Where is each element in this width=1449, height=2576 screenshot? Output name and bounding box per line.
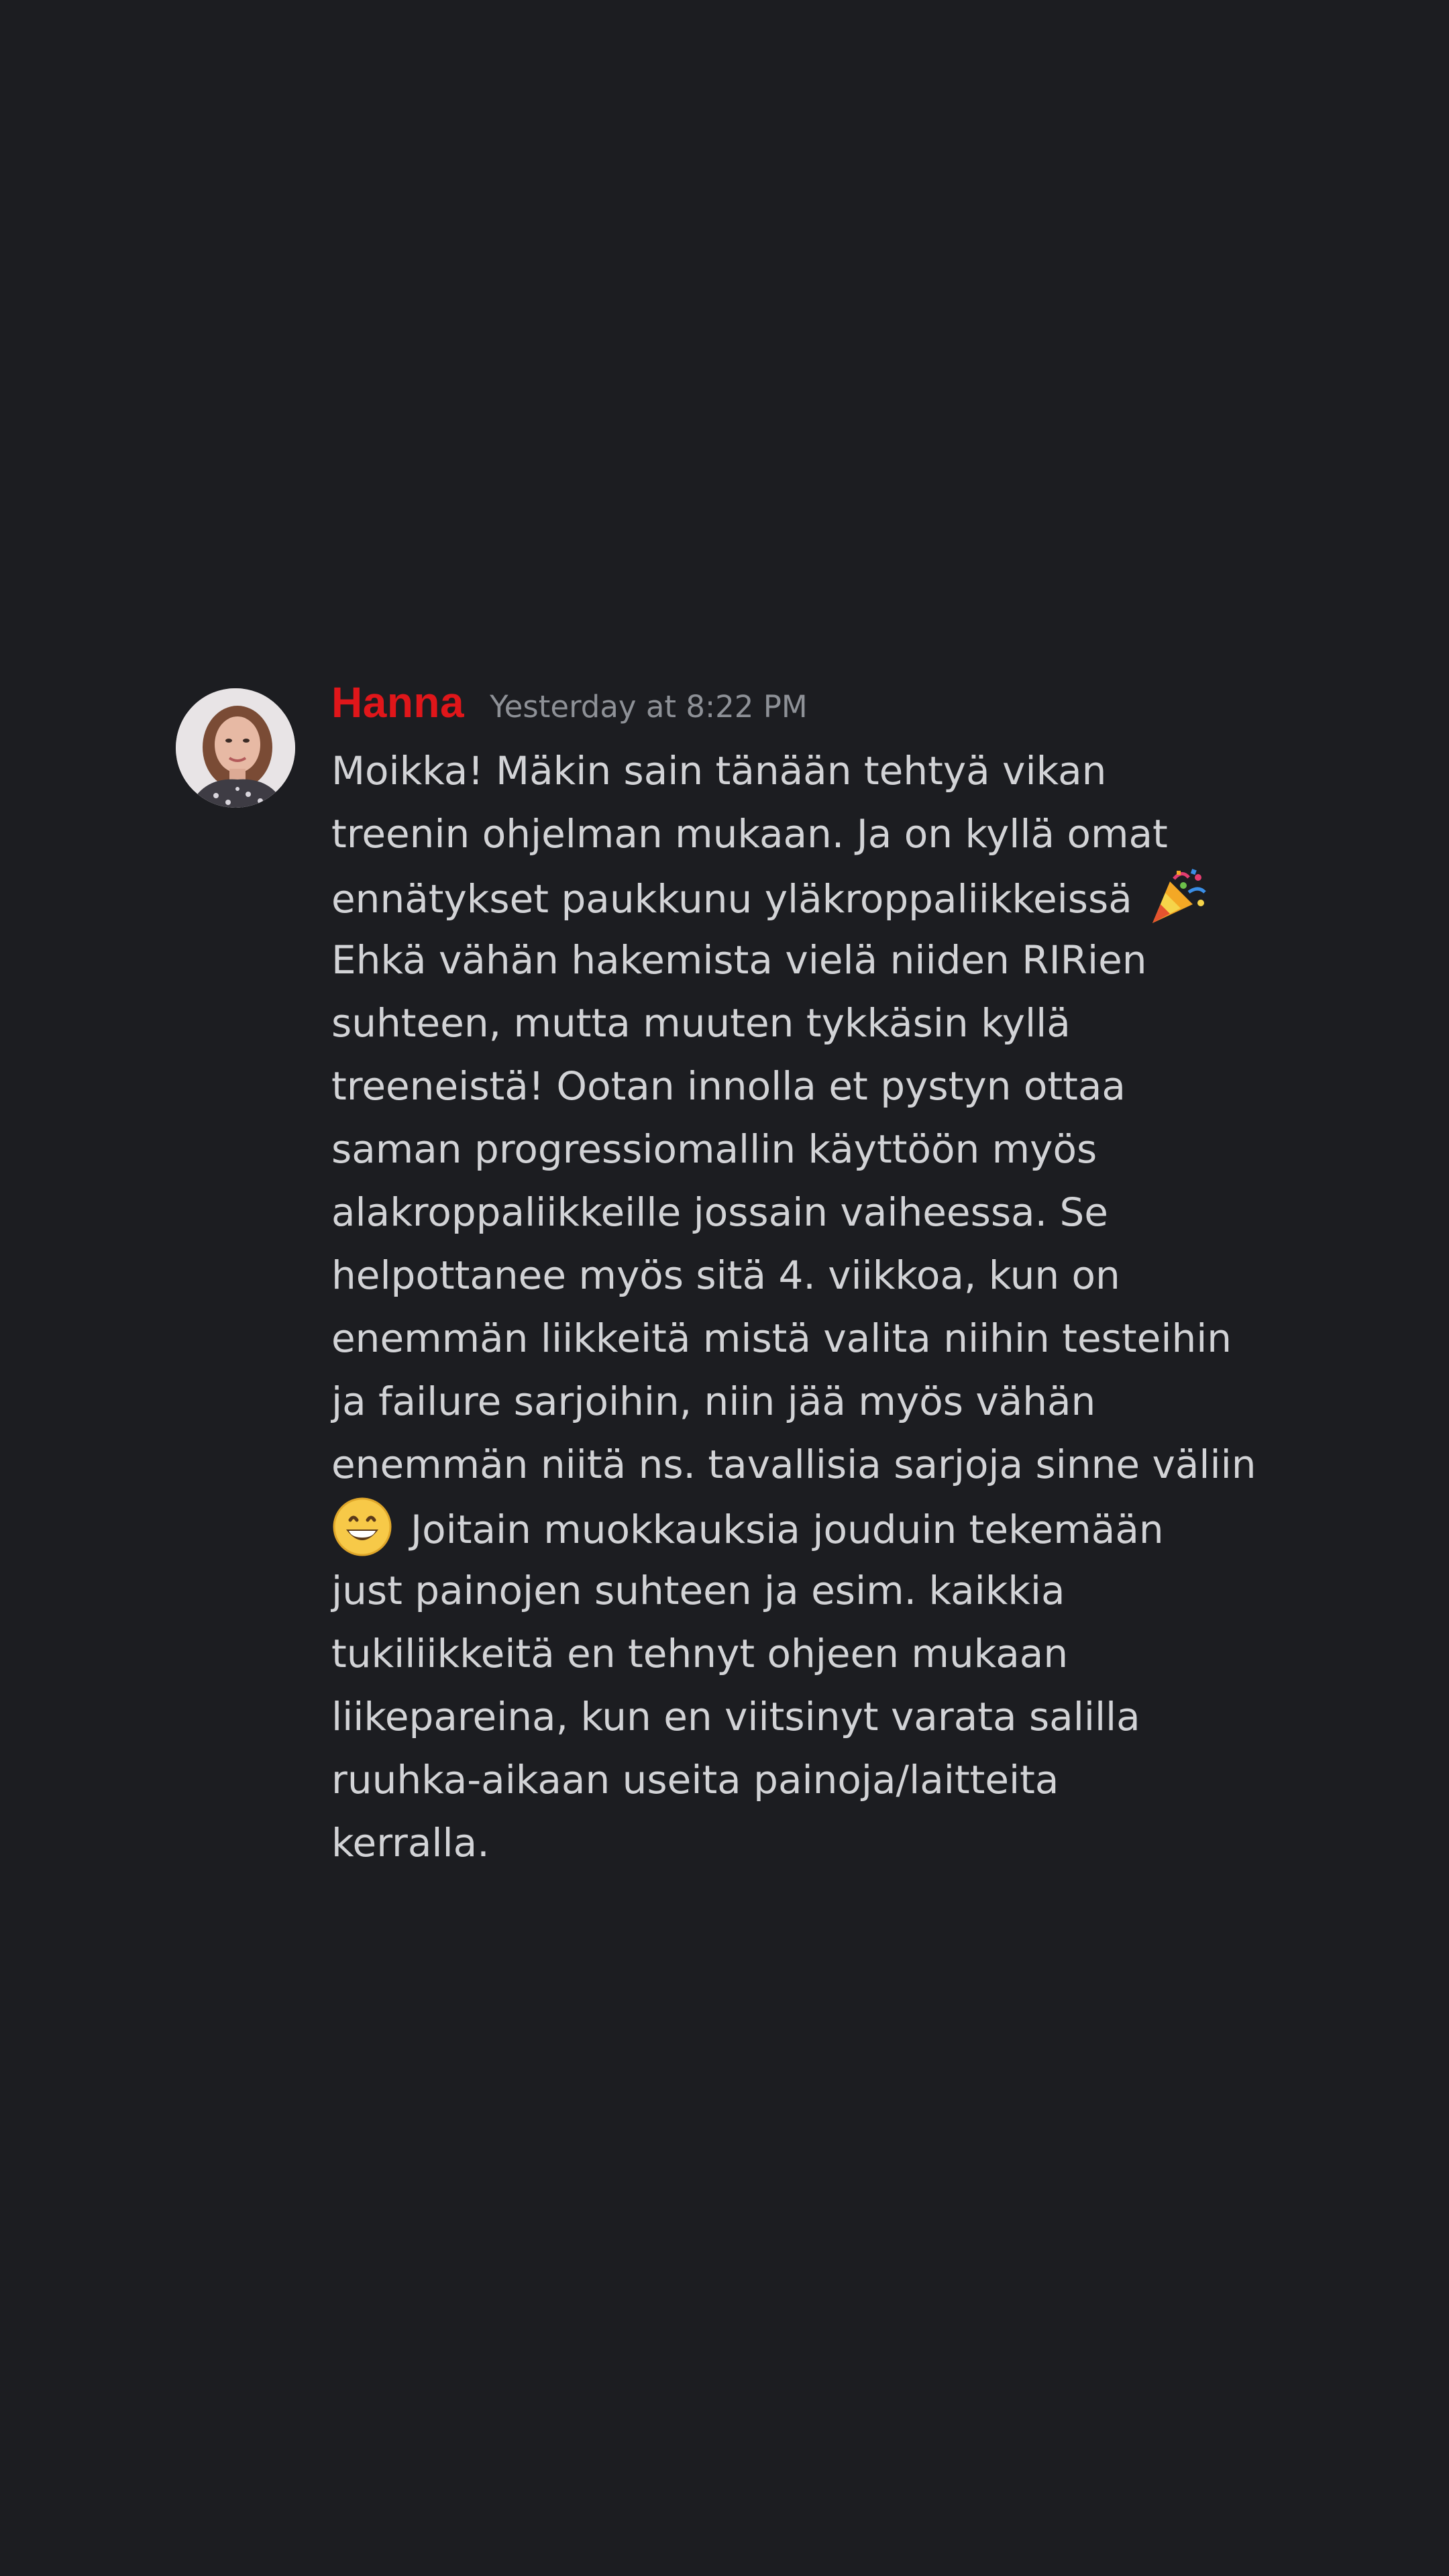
message-line: suhteen, mutta muuten tykkäsin kyllä bbox=[331, 991, 1311, 1055]
message-line-text: Joitain muokkauksia jouduin tekemään bbox=[411, 1507, 1164, 1552]
message-line-text: Moikka! Mäkin sain tänään tehtyä vikan bbox=[331, 748, 1107, 794]
grinning-face-icon bbox=[331, 1496, 393, 1558]
message-line: alakroppaliikkeille jossain vaiheessa. S… bbox=[331, 1181, 1311, 1244]
message-line-text: liikepareina, kun en viitsinyt varata sa… bbox=[331, 1694, 1140, 1739]
message-line-text: suhteen, mutta muuten tykkäsin kyllä bbox=[331, 1000, 1071, 1046]
message-line-text: treenin ohjelman mukaan. Ja on kyllä oma… bbox=[331, 811, 1168, 857]
message-line-text: helpottanee myös sitä 4. viikkoa, kun on bbox=[331, 1252, 1120, 1298]
message-line-text: ja failure sarjoihin, niin jää myös vähä… bbox=[331, 1379, 1096, 1424]
message-line-text: alakroppaliikkeille jossain vaiheessa. S… bbox=[331, 1189, 1108, 1235]
message-line-text: just painojen suhteen ja esim. kaikkia bbox=[331, 1568, 1065, 1613]
message-body: Moikka! Mäkin sain tänään tehtyä vikan t… bbox=[331, 739, 1311, 1874]
message-header: Hanna Yesterday at 8:22 PM bbox=[331, 678, 1311, 745]
message-line: helpottanee myös sitä 4. viikkoa, kun on bbox=[331, 1244, 1311, 1307]
message-line: enemmän liikkeitä mistä valita niihin te… bbox=[331, 1307, 1311, 1370]
message-line-text: ennätykset paukkunu yläkroppaliikkeissä bbox=[331, 876, 1132, 922]
message-line: tukiliikkeitä en tehnyt ohjeen mukaan bbox=[331, 1622, 1311, 1685]
message-line-text: Ehkä vähän hakemista vielä niiden RIRien bbox=[331, 937, 1147, 983]
message-line: ruuhka-aikaan useita painoja/laitteita bbox=[331, 1748, 1311, 1811]
message-line: ennätykset paukkunu yläkroppaliikkeissä bbox=[331, 865, 1311, 928]
message-line-text: tukiliikkeitä en tehnyt ohjeen mukaan bbox=[331, 1631, 1069, 1676]
message-line-text: saman progressiomallin käyttöön myös bbox=[331, 1126, 1097, 1172]
message-line-text: ruuhka-aikaan useita painoja/laitteita bbox=[331, 1757, 1059, 1803]
message-line-text: enemmän niitä ns. tavallisia sarjoja sin… bbox=[331, 1442, 1256, 1487]
message-line: ja failure sarjoihin, niin jää myös vähä… bbox=[331, 1370, 1311, 1433]
message-line: Joitain muokkauksia jouduin tekemään bbox=[331, 1496, 1311, 1559]
message-line-text: kerralla. bbox=[331, 1820, 490, 1866]
avatar-photo bbox=[176, 688, 295, 808]
message-content: Hanna Yesterday at 8:22 PM Moikka! Mäkin… bbox=[331, 678, 1311, 1874]
message-line-text: enemmän liikkeitä mistä valita niihin te… bbox=[331, 1316, 1232, 1361]
message-line: treenin ohjelman mukaan. Ja on kyllä oma… bbox=[331, 802, 1311, 865]
chat-screen: { "message": { "author": "Hanna", "times… bbox=[0, 0, 1449, 2576]
message-line: saman progressiomallin käyttöön myös bbox=[331, 1118, 1311, 1181]
avatar[interactable] bbox=[176, 688, 295, 808]
message-timestamp[interactable]: Yesterday at 8:22 PM bbox=[490, 689, 808, 724]
message-line: Moikka! Mäkin sain tänään tehtyä vikan bbox=[331, 739, 1311, 802]
message-line: liikepareina, kun en viitsinyt varata sa… bbox=[331, 1685, 1311, 1748]
message-line-text: treeneistä! Ootan innolla et pystyn otta… bbox=[331, 1063, 1126, 1109]
message-line: enemmän niitä ns. tavallisia sarjoja sin… bbox=[331, 1433, 1311, 1496]
message-line: treeneistä! Ootan innolla et pystyn otta… bbox=[331, 1055, 1311, 1118]
message-line: just painojen suhteen ja esim. kaikkia bbox=[331, 1559, 1311, 1622]
message-line: kerralla. bbox=[331, 1811, 1311, 1874]
party-popper-icon bbox=[1147, 865, 1209, 927]
message-line: Ehkä vähän hakemista vielä niiden RIRien bbox=[331, 928, 1311, 991]
author-name[interactable]: Hanna bbox=[331, 678, 464, 727]
